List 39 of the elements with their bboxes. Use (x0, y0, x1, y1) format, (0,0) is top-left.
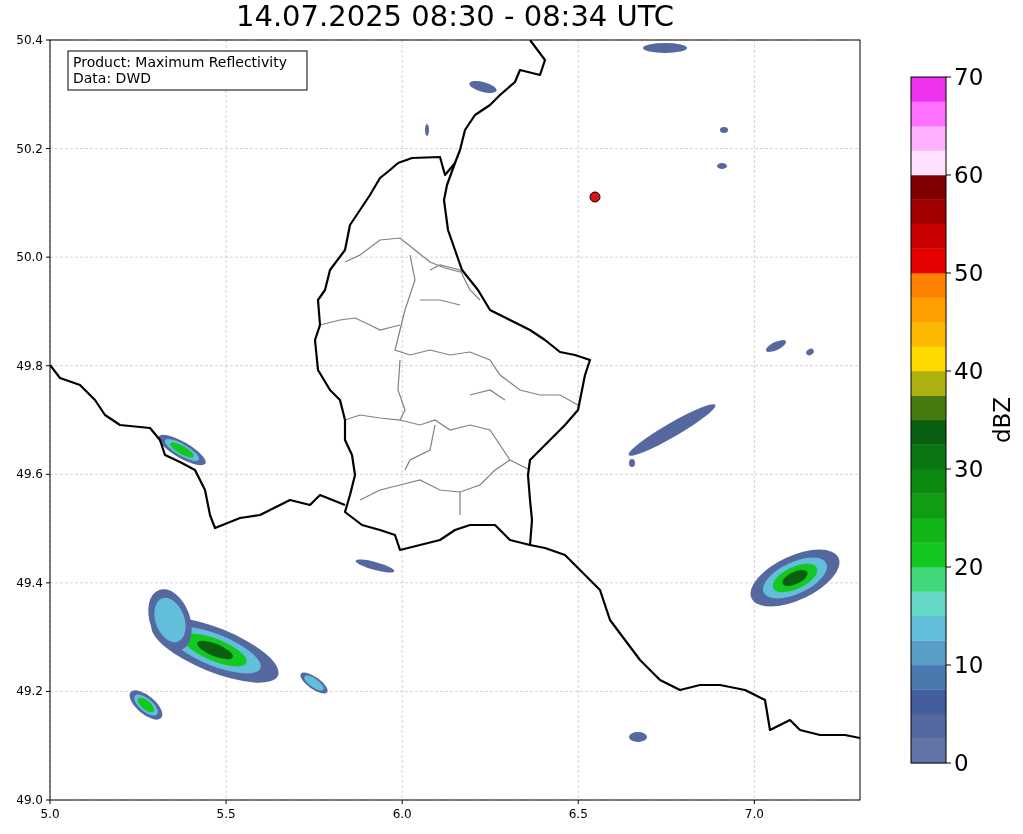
axis-tick-label: 7.0 (744, 807, 764, 821)
radar-echo (129, 690, 163, 720)
colorbar-tick-label: 50 (954, 260, 984, 286)
radar-echo (355, 559, 395, 573)
colorbar-tick-label: 20 (954, 554, 984, 580)
axis-tick-label: 49.2 (16, 684, 43, 699)
radar-echo (629, 732, 647, 742)
radar-echo (469, 80, 497, 94)
colorbar-tick-label: 0 (954, 750, 969, 776)
location-marker-icon (589, 191, 601, 203)
radar-echo (717, 163, 727, 169)
radar-echo (643, 43, 687, 53)
colorbar-label: dBZ (989, 396, 1015, 444)
axis-tick-label: 49.0 (16, 793, 43, 807)
axis-tick-label: 49.6 (16, 467, 43, 482)
radar-echo (425, 124, 429, 136)
colorbar-tick-label: 60 (954, 162, 984, 188)
axis-tick-label: 6.0 (392, 807, 412, 821)
radar-echo (158, 434, 206, 466)
legend-text: Data: DWD (73, 70, 151, 86)
radar-echo (720, 127, 728, 133)
radar-echo (806, 348, 814, 356)
axis-tick-label: 50.2 (16, 141, 43, 156)
colorbar-tick-label: 10 (954, 652, 984, 678)
axis-tick-label: 5.5 (216, 807, 236, 821)
axis-tick-label: 49.8 (16, 358, 43, 373)
axis-tick-label: 50.4 (16, 33, 43, 47)
colorbar-tick-label: 30 (954, 456, 984, 482)
legend-text: Product: Maximum Reflectivity (73, 54, 287, 70)
axis-tick-label: 50.0 (16, 250, 43, 265)
axis-tick-label: 5.0 (40, 807, 60, 821)
axis-tick-label: 49.4 (16, 575, 43, 590)
colorbar-tick-label: 70 (954, 64, 984, 90)
chart-title: 14.07.2025 08:30 - 08:34 UTC (236, 0, 674, 32)
colorbar-tick-label: 40 (954, 358, 984, 384)
axis-tick-label: 6.5 (568, 807, 588, 821)
radar-echo (300, 672, 328, 694)
radar-echo (765, 340, 787, 352)
radar-echo (629, 459, 635, 467)
